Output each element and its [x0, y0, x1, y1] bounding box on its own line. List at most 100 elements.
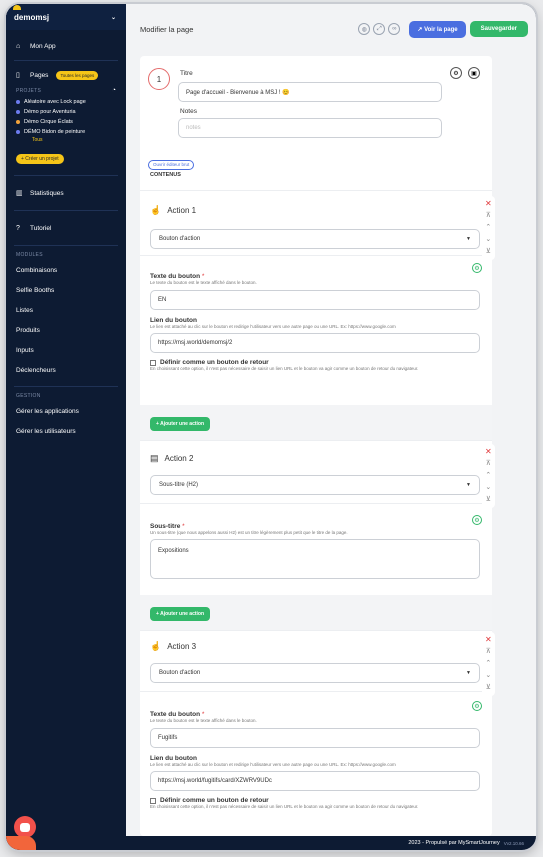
action-type-select[interactable]: Bouton d'action ▼ [150, 229, 480, 249]
notes-placeholder: notes [186, 125, 201, 131]
sidebar-item-module[interactable]: Déclencheurs [6, 360, 126, 380]
sidebar-item-module[interactable]: Selfie Booths [6, 280, 126, 300]
text-field-help: Le texte du bouton est le texte affiché … [150, 718, 257, 723]
move-up-icon[interactable]: ⌃ [485, 658, 491, 670]
chat-button[interactable] [14, 816, 36, 838]
action-type-select[interactable]: Sous-titre (H2) ▼ [150, 475, 480, 495]
action-card: ☝ Action 1 Bouton d'action ▼ ⚙ Texte du b… [140, 190, 492, 441]
title-label: Titre [180, 70, 193, 77]
sidebar-item-stats[interactable]: ▥ Statistiques [6, 182, 126, 204]
module-list: Combinaisons Selfie Booths Listes Produits I… [6, 260, 126, 380]
home-icon: ⌂ [16, 42, 21, 50]
action-3-controls: ✕ ⊼ ⌃ ⌄ ⊻ [482, 632, 495, 696]
view-page-button[interactable]: ↗ Voir la page [409, 20, 466, 38]
back-button-checkbox[interactable]: Définir comme un bouton de retour [150, 797, 480, 804]
link-icon[interactable]: ∞ [388, 23, 401, 35]
gear-icon[interactable]: ⚙ [472, 701, 482, 711]
move-bottom-icon[interactable]: ⊻ [486, 682, 491, 694]
image-icon[interactable]: ▣ [468, 67, 480, 79]
create-project-button[interactable]: + Créer un projet [16, 154, 64, 164]
move-top-icon[interactable]: ⊼ [486, 646, 491, 658]
delete-icon[interactable]: ✕ [485, 634, 492, 646]
delete-icon[interactable]: ✕ [485, 198, 492, 210]
sidebar-item-pages[interactable]: ▯ Pages Toutes les pages [6, 67, 126, 83]
sidebar-item-gestion[interactable]: Gérer les applications [6, 401, 126, 421]
project-name: Aléatoire avec Lock page [24, 99, 86, 105]
qr-code-icon[interactable]: ⤢ [373, 23, 386, 35]
save-button[interactable]: Sauvegarder [469, 21, 528, 37]
move-down-icon[interactable]: ⌄ [485, 234, 491, 246]
app-switcher[interactable]: demomsj ⌄ [6, 4, 126, 30]
project-name: Démo pour Aventuria [24, 109, 76, 115]
gear-icon[interactable]: ⚙ [450, 67, 462, 79]
move-up-icon[interactable]: ⌃ [485, 222, 491, 234]
text-field-label: Texte du bouton [150, 273, 201, 280]
action-title: Action 3 [167, 642, 197, 651]
app-name: demomsj [14, 12, 50, 22]
sidebar-item-module[interactable]: Listes [6, 300, 126, 320]
move-bottom-icon[interactable]: ⊻ [486, 494, 491, 506]
sidebar-item-my-app[interactable]: ⌂ Mon App [6, 38, 126, 54]
raw-editor-button[interactable]: Ouvrir éditeur brut [148, 159, 195, 170]
footer-version: Vv2.10.66 [503, 840, 524, 846]
subtitle-textarea[interactable]: Expositions [150, 539, 480, 579]
action-type-value: Sous-titre (H2) [159, 482, 199, 488]
add-action-button[interactable]: + Ajouter une action [150, 607, 211, 621]
sidebar-item-module[interactable]: Inputs [6, 340, 126, 360]
caret-down-icon: ▼ [466, 236, 471, 242]
gestion-list: Gérer les applications Gérer les utilisat… [6, 401, 126, 441]
project-item[interactable]: Démo pour Aventuria [6, 107, 126, 117]
add-action-button[interactable]: + Ajouter une action [150, 417, 211, 431]
checkbox-label: Définir comme un bouton de retour [160, 359, 269, 366]
button-link-input[interactable]: https://msj.world/demomsj/2 [150, 333, 480, 353]
action-card: ▤ Action 2 Sous-titre (H2) ▼ ⚙ Sous-titre… [140, 440, 492, 631]
gear-icon[interactable]: ⚙ [472, 263, 482, 273]
checkbox-label: Définir comme un bouton de retour [160, 797, 269, 804]
sidebar-item-module[interactable]: Produits [6, 320, 126, 340]
settings-icon[interactable]: ◔ [112, 87, 116, 94]
move-top-icon[interactable]: ⊼ [486, 458, 491, 470]
bar-chart-icon: ▥ [16, 190, 23, 197]
action-title: Action 1 [167, 206, 197, 215]
project-item[interactable]: Aléatoire avec Lock page [6, 97, 126, 107]
project-name: Démo Cirque Éclats [24, 119, 73, 125]
project-item[interactable]: DÉMO Bidon de peinture [6, 127, 126, 137]
lock-icon[interactable]: ◍ [358, 23, 371, 35]
page-editor: 1 Titre ⚙ ▣ Page d'accueil - Bienvenue à… [140, 56, 492, 836]
subtitle-field-label: Sous-titre [150, 523, 181, 530]
sidebar-item-module[interactable]: Combinaisons [6, 260, 126, 280]
project-name: DÉMO Bidon de peinture [24, 129, 86, 135]
notes-input[interactable]: notes [178, 118, 442, 138]
back-button-checkbox[interactable]: Définir comme un bouton de retour [150, 359, 480, 366]
sidebar-item-label: Pages [30, 71, 49, 79]
top-bar: Modifier la page ◍ ⤢ ∞ ↗ Voir la page Sa… [126, 4, 536, 54]
sidebar: demomsj ⌄ ⌂ Mon App ▯ Pages Toutes les p… [6, 4, 126, 850]
content-label: CONTENUS [150, 172, 181, 178]
projects-section-title: PROJETS [16, 87, 42, 94]
action-card: ☝ Action 3 Bouton d'action ▼ ⚙ Texte du b… [140, 630, 492, 836]
action-type-select[interactable]: Bouton d'action ▼ [150, 663, 480, 683]
text-field-help: Le texte du bouton est le texte affiché … [150, 280, 257, 285]
divider [14, 175, 118, 176]
all-projects-link[interactable]: Tous [6, 137, 126, 143]
all-pages-button[interactable]: Toutes les pages [56, 70, 99, 80]
back-button-help: En choisissant cette option, il n'est pa… [150, 366, 419, 371]
button-text-input[interactable]: EN [150, 290, 480, 310]
sidebar-item-tutorial[interactable]: ? Tutoriel [6, 217, 126, 239]
project-item[interactable]: Démo Cirque Éclats [6, 117, 126, 127]
delete-icon[interactable]: ✕ [485, 446, 492, 458]
divider [14, 210, 118, 211]
button-link-input[interactable]: https://msj.world/fugitifs/card/XZWRV9UD… [150, 771, 480, 791]
link-field-label: Lien du bouton [150, 755, 197, 762]
action-header: ☝ Action 1 [150, 205, 196, 216]
move-bottom-icon[interactable]: ⊻ [486, 246, 491, 258]
move-top-icon[interactable]: ⊼ [486, 210, 491, 222]
move-down-icon[interactable]: ⌄ [485, 670, 491, 682]
button-text-input[interactable]: Fugitifs [150, 728, 480, 748]
title-input[interactable]: Page d'accueil - Bienvenue à MSJ ! 😊 [178, 82, 442, 102]
chevron-down-icon: ⌄ [110, 14, 116, 21]
sidebar-item-gestion[interactable]: Gérer les utilisateurs [6, 421, 126, 441]
move-up-icon[interactable]: ⌃ [485, 470, 491, 482]
back-button-help: En choisissant cette option, il n'est pa… [150, 804, 419, 809]
move-down-icon[interactable]: ⌄ [485, 482, 491, 494]
